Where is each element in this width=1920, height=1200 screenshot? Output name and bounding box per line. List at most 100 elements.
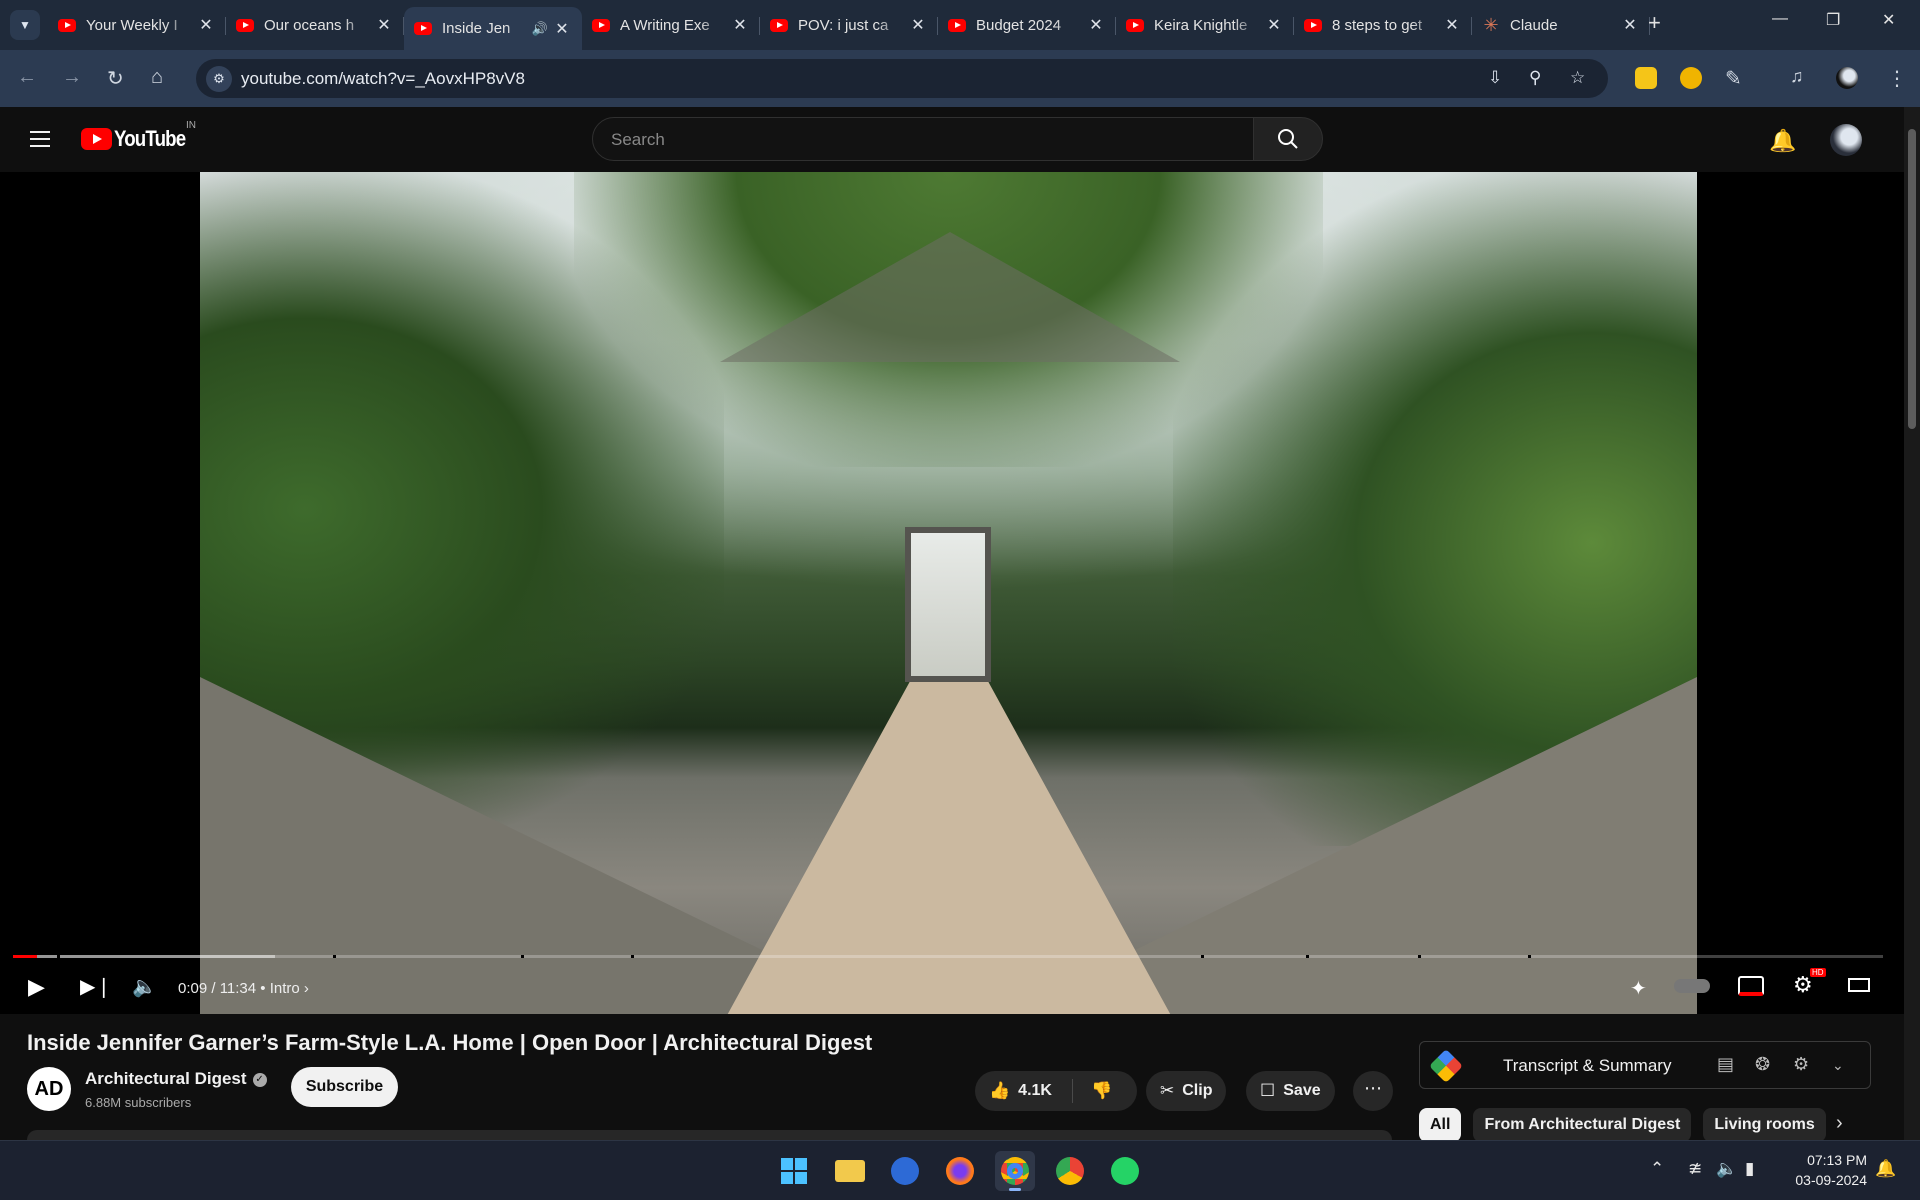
close-tab-icon[interactable]: ✕ [1264,15,1284,35]
chevron-right-icon[interactable]: › [304,980,309,997]
extension-settings-icon[interactable]: ⚙ [1793,1054,1809,1075]
tab-title: Budget 2024 [976,16,1062,34]
transcript-summary-extension[interactable]: Transcript & Summary ▤ ❂ ⚙ ⌄ [1419,1041,1871,1089]
chevron-right-icon[interactable]: › [1836,1112,1843,1135]
more-actions-button[interactable]: ⋯ [1353,1071,1393,1111]
browser-tab[interactable]: Inside Jen 🔊 ✕ [404,7,582,50]
close-tab-icon[interactable]: ✕ [1620,15,1640,35]
browser-app-icon[interactable] [885,1151,925,1191]
notification-bell-icon[interactable]: 🔔 [1875,1159,1896,1179]
close-tab-icon[interactable]: ✕ [1086,15,1106,35]
thumbs-down-icon[interactable]: 👎 [1091,1081,1112,1101]
browser-tab[interactable]: Budget 2024 ✕ [938,7,1116,43]
search-input[interactable] [611,130,1211,150]
page-scrollbar[interactable] [1904,107,1920,1140]
time-text: 0:09 / 11:34 [178,980,257,997]
forward-icon[interactable]: → [62,66,82,89]
search-button[interactable] [1253,117,1323,161]
subscribe-button[interactable]: Subscribe [291,1067,398,1107]
account-avatar[interactable] [1830,124,1862,156]
volume-icon[interactable]: 🔈 [132,974,157,999]
minimize-icon[interactable]: — [1772,10,1788,28]
youtube-header: YouTube IN 🔔 [0,107,1920,172]
trellis-frame [720,232,1180,362]
close-window-icon[interactable]: ✕ [1882,10,1895,30]
address-bar[interactable]: ⚙ youtube.com/watch?v=_AovxHP8vV8 ⇩ ⚲ ☆ [196,59,1608,98]
hamburger-menu-icon[interactable] [30,131,50,152]
browser-tab[interactable]: 8 steps to get ✕ [1294,7,1472,43]
bookmark-icon: ☐ [1260,1081,1276,1100]
home-icon[interactable]: ⌂ [151,66,163,89]
channel-avatar[interactable]: AD [27,1067,71,1111]
save-button[interactable]: ☐ Save [1246,1071,1335,1111]
new-tab-button[interactable]: + [1648,10,1661,36]
extension-keep-icon[interactable] [1635,67,1657,89]
close-tab-icon[interactable]: ✕ [908,15,928,35]
chapter-title[interactable]: Intro [270,980,300,997]
clock-time: 07:13 PM [1807,1152,1867,1168]
clip-button[interactable]: ✂ Clip [1146,1071,1227,1111]
restore-icon[interactable]: ❐ [1826,10,1840,30]
filter-chip[interactable]: Living rooms [1703,1108,1826,1142]
firefox-icon[interactable] [940,1151,980,1191]
close-tab-icon[interactable]: ✕ [374,15,394,35]
subtitles-icon[interactable] [1738,976,1764,996]
reload-icon[interactable]: ↻ [107,66,124,91]
play-icon[interactable]: ▶ [28,974,45,1000]
browser-tab[interactable]: Keira Knightle ✕ [1116,7,1294,43]
chrome-profile-icon[interactable] [1050,1151,1090,1191]
wifi-icon[interactable]: ≇ [1688,1159,1702,1179]
notifications-bell-icon[interactable]: 🔔 [1769,128,1796,154]
install-app-icon[interactable]: ⇩ [1488,68,1502,88]
autoplay-toggle[interactable] [1674,979,1710,993]
video-player[interactable]: ▶ ▶❘ 🔈 0:09 / 11:34 • Intro › ✦ ⚙ HD [0,172,1904,1014]
zoom-icon[interactable]: ⚲ [1529,68,1541,88]
sparkle-icon[interactable]: ✦ [1630,976,1647,1001]
openai-icon[interactable]: ❂ [1755,1054,1770,1075]
back-icon[interactable]: ← [17,66,37,89]
tray-chevron-up-icon[interactable]: ⌃ [1650,1159,1664,1179]
system-clock[interactable]: 07:13 PM 03-09-2024 [1787,1150,1867,1190]
close-tab-icon[interactable]: ✕ [196,15,216,35]
battery-icon[interactable]: ▮ [1745,1159,1754,1179]
tab-audio-icon[interactable]: 🔊 [532,21,548,37]
like-button[interactable]: 👍 4.1K [975,1079,1073,1103]
transcript-icon[interactable]: ▤ [1717,1054,1734,1075]
filter-chip[interactable]: From Architectural Digest [1473,1108,1692,1142]
progress-bar[interactable] [13,955,1883,958]
youtube-logo[interactable]: YouTube IN [81,120,198,152]
close-tab-icon[interactable]: ✕ [1442,15,1462,35]
media-controls-icon[interactable]: ♫ [1790,66,1804,87]
site-info-icon[interactable]: ⚙ [206,66,232,92]
video-frame[interactable] [200,172,1697,1014]
extension-at-icon[interactable] [1680,67,1702,89]
country-code: IN [186,120,196,131]
bookmark-star-icon[interactable]: ☆ [1570,68,1585,88]
profile-avatar[interactable] [1836,67,1858,89]
speaker-icon[interactable]: 🔈 [1716,1159,1737,1179]
tab-search-button[interactable]: ▼ [10,10,40,40]
close-tab-icon[interactable]: ✕ [552,19,572,39]
file-explorer-icon[interactable] [830,1151,870,1191]
filter-chip[interactable]: All [1419,1108,1462,1142]
chrome-icon[interactable] [995,1151,1035,1191]
browser-tab[interactable]: Your Weekly I ✕ [48,7,226,43]
channel-name[interactable]: Architectural Digest ✓ [85,1069,267,1089]
extensions-puzzle-icon[interactable]: ✎ [1725,66,1742,91]
browser-tab[interactable]: ✳ Claude ✕ [1472,7,1650,43]
chrome-menu-icon[interactable]: ⋮ [1887,66,1907,91]
whatsapp-icon[interactable] [1105,1151,1145,1191]
scrollbar-thumb[interactable] [1908,129,1916,429]
next-video-icon[interactable]: ▶❘ [80,974,112,999]
browser-tab[interactable]: POV: i just ca ✕ [760,7,938,43]
thumbs-up-icon: 👍 [989,1081,1011,1100]
close-tab-icon[interactable]: ✕ [730,15,750,35]
browser-tab[interactable]: A Writing Exe ✕ [582,7,760,43]
youtube-icon [770,18,788,32]
chevron-down-icon[interactable]: ⌄ [1832,1057,1844,1074]
description-box-edge[interactable] [27,1130,1392,1140]
start-button[interactable] [774,1151,814,1191]
url-text[interactable]: youtube.com/watch?v=_AovxHP8vV8 [241,69,525,89]
browser-tab[interactable]: Our oceans h ✕ [226,7,404,43]
theater-mode-icon[interactable] [1848,978,1870,992]
